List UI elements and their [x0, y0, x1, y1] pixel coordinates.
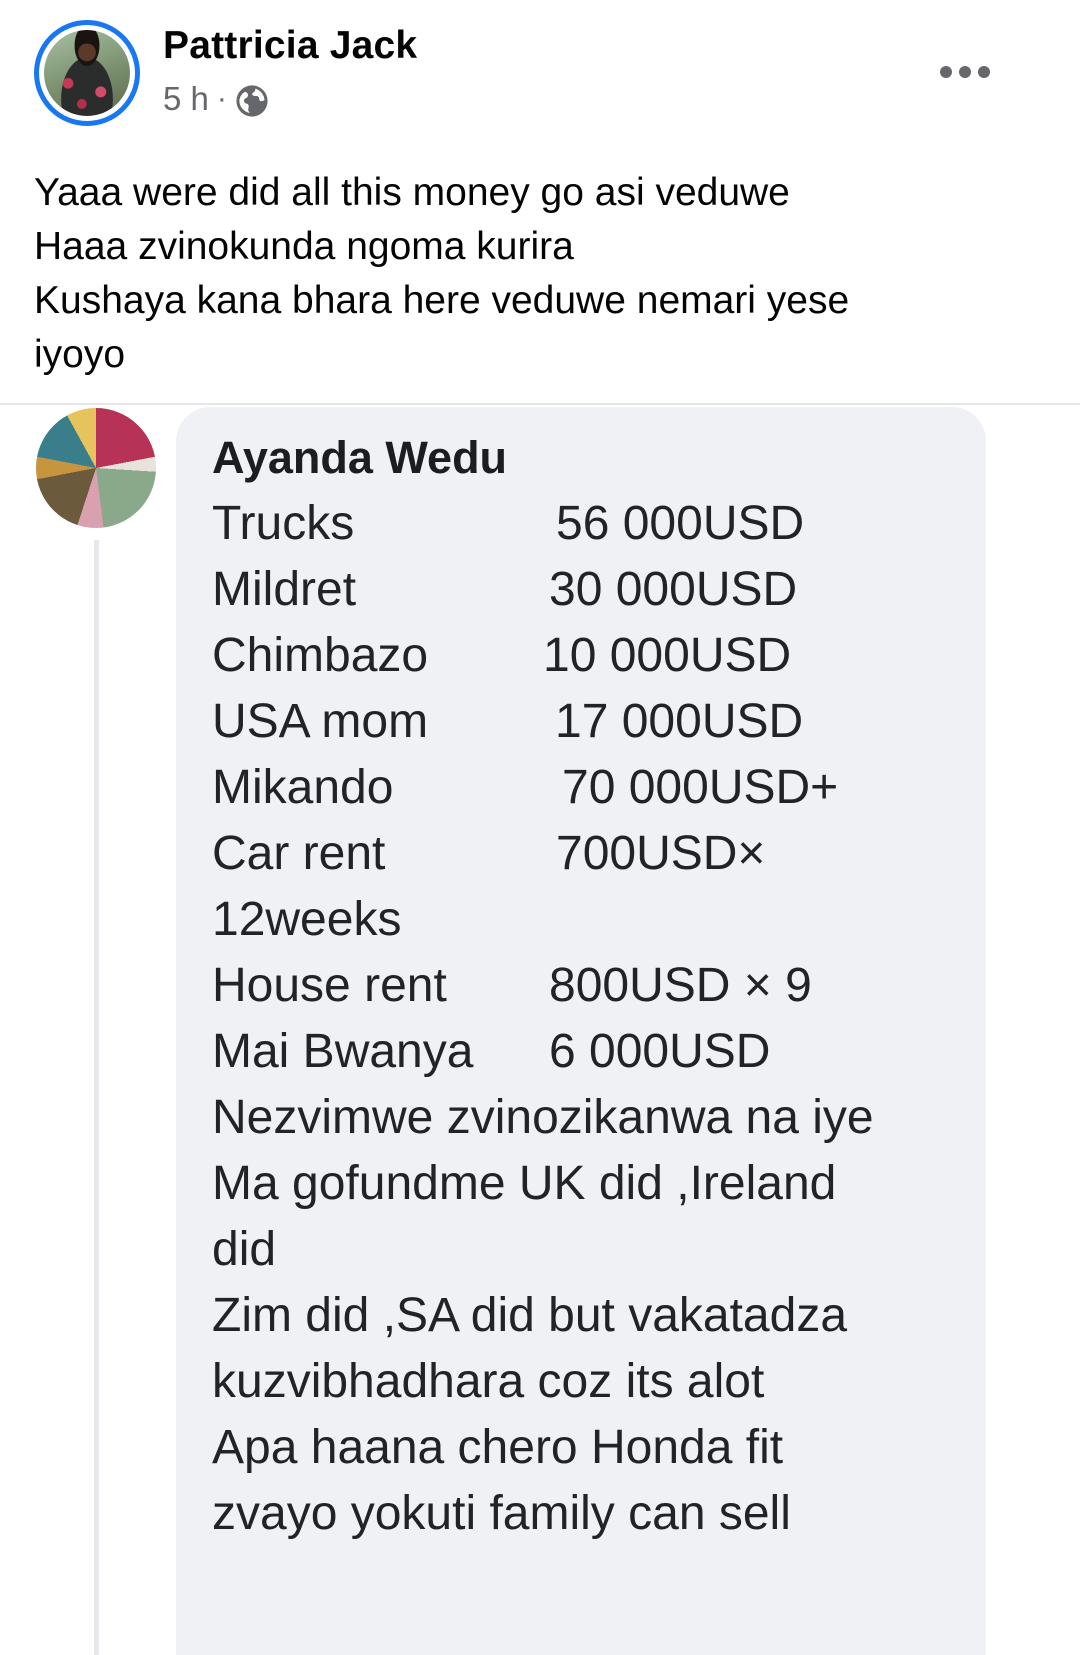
comment-avatar — [36, 408, 156, 528]
facebook-post: Pattricia Jack 5 h · Yaaa were did all t… — [0, 0, 1080, 1655]
post-text-line: Yaaa were did all this money go asi vedu… — [34, 171, 790, 214]
meta-separator: · — [216, 82, 227, 115]
comment-text-line: Ma gofundme UK did ,Ireland — [212, 1157, 837, 1210]
comment-author: Ayanda Wedu — [212, 432, 508, 483]
expense-value: 70 000USD+ — [562, 761, 839, 814]
expense-value: 10 000USD — [543, 629, 792, 682]
comment-text-line: did — [212, 1223, 277, 1276]
post-text-line: Haaa zvinokunda ngoma kurira — [34, 225, 574, 268]
author-name[interactable]: Pattricia Jack — [163, 24, 417, 68]
expense-label: House rent — [212, 959, 447, 1012]
expense-label: Mai Bwanya — [212, 1025, 474, 1078]
comment-text-line: Apa haana chero Honda fit — [212, 1421, 784, 1474]
expense-label: Car rent — [212, 827, 386, 880]
expense-value: 17 000USD — [555, 695, 804, 748]
expense-label: Chimbazo — [212, 629, 429, 682]
author-avatar[interactable] — [34, 20, 140, 126]
comment-text-line: Nezvimwe zvinozikanwa na iye — [212, 1091, 874, 1144]
post-text-line: Kushaya kana bhara here veduwe nemari ye… — [34, 279, 850, 322]
expense-label: Mildret — [212, 563, 357, 616]
comment-text-line: kuzvibhadhara coz its alot — [212, 1355, 765, 1408]
globe-icon[interactable] — [235, 84, 269, 118]
post-text-line: iyoyo — [34, 333, 126, 376]
expense-label: Trucks — [212, 497, 355, 550]
expense-value: 700USD× — [556, 827, 766, 880]
expense-label: Mikando — [212, 761, 394, 814]
post-text: Yaaa were did all this money go asi vedu… — [34, 166, 1034, 382]
expense-label: 12weeks — [212, 893, 402, 946]
more-options-icon[interactable] — [940, 62, 990, 82]
expense-label: USA mom — [212, 695, 429, 748]
comment-text-line: Zim did ,SA did but vakatadza — [212, 1289, 848, 1342]
post-divider — [0, 403, 1080, 405]
expense-value: 6 000USD — [549, 1025, 771, 1078]
expense-value: 800USD × 9 — [549, 959, 812, 1012]
expense-value: 56 000USD — [556, 497, 805, 550]
comment-thread-line — [94, 540, 99, 1655]
post-time[interactable]: 5 h — [163, 80, 209, 118]
comment-text-line: zvayo yokuti family can sell — [212, 1487, 791, 1540]
author-photo — [44, 30, 130, 116]
expense-value: 30 000USD — [549, 563, 798, 616]
post-meta: 5 h · — [163, 80, 269, 118]
